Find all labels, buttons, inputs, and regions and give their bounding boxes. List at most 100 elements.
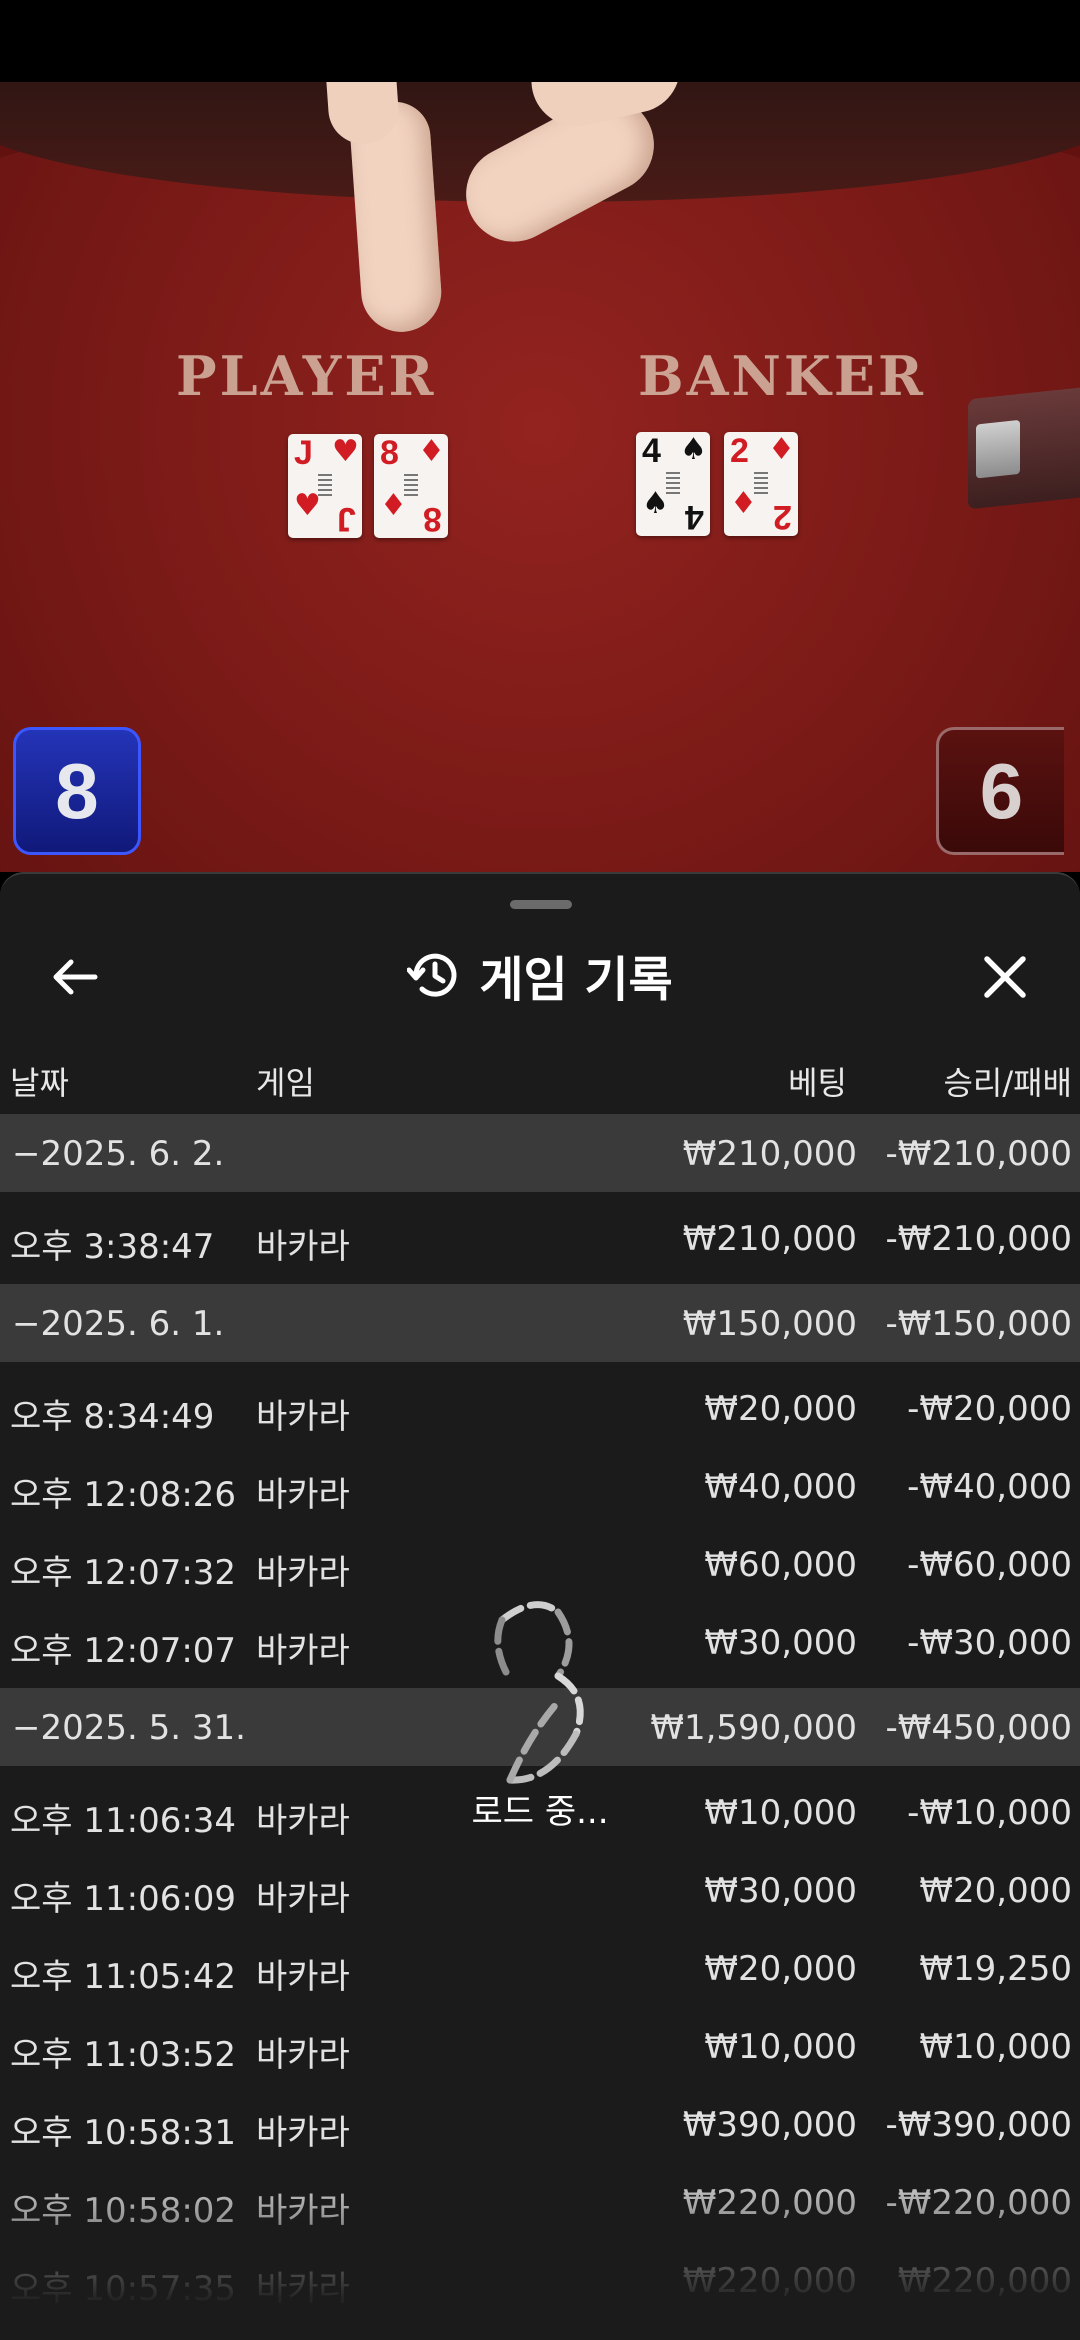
banker-label: BANKER [638,344,926,408]
row-date: 오후 8:34:49 [10,1397,215,1437]
status-bar [0,0,1080,82]
column-date: 날짜 [10,1064,69,1102]
row-win: ₩20,000 [919,1871,1072,1911]
game-history-sheet: 게임 기록 날짜 게임 베팅 승리/패배 −2025. 6. 2. ₩210,00… [0,872,1080,2340]
row-bet: ₩210,000 [682,1134,857,1174]
row-date: 오후 12:07:07 [10,1631,237,1671]
row-date: 오후 3:38:47 [10,1227,215,1267]
row-date: 오후 10:58:31 [10,2113,237,2153]
row-win: -₩20,000 [907,1389,1072,1429]
history-row[interactable]: 오후 11:05:42 바카라 ₩20,000 ₩19,250 [0,1929,1080,2007]
row-date: −2025. 6. 2. [12,1134,225,1174]
row-date: 오후 11:03:52 [10,2035,237,2075]
row-win: ₩220,000 [897,2261,1072,2301]
row-win: -₩40,000 [907,1467,1072,1507]
card-suit: ♦ [380,488,407,523]
sheet-drag-handle[interactable] [510,900,572,909]
close-icon [984,956,1026,998]
card-suit: ♠ [642,486,669,521]
history-row[interactable]: 오후 8:34:49 바카라 ₩20,000 -₩20,000 [0,1369,1080,1447]
card-rank: 4 [685,498,704,536]
card-rank: 8 [423,500,442,538]
card-suit: ♦ [418,434,445,469]
card-shoe [968,384,1080,510]
row-game: 바카라 [256,2035,350,2075]
history-row[interactable]: 오후 11:06:09 바카라 ₩30,000 ₩20,000 [0,1851,1080,1929]
row-bet: ₩20,000 [704,1389,857,1429]
date-group-row[interactable]: −2025. 6. 1. ₩150,000 -₩150,000 [0,1284,1080,1362]
row-game: 바카라 [256,1879,350,1919]
row-game: 바카라 [256,1957,350,1997]
card-suit: ♦ [768,432,795,467]
row-win: -₩390,000 [885,2105,1073,2145]
live-dealer-video: PLAYER BANKER J ♥ ♥ J 8 ♦ ♦ 8 4 ♠ ♠ 4 2 … [0,82,1080,872]
card-rank: J [337,500,356,538]
column-win-loss: 승리/패배 [943,1064,1072,1102]
row-date: 오후 11:06:09 [10,1879,237,1919]
row-win: -₩150,000 [885,1304,1073,1344]
row-game: 바카라 [256,1475,350,1515]
history-row[interactable]: 오후 12:08:26 바카라 ₩40,000 -₩40,000 [0,1447,1080,1525]
player-card-2: 8 ♦ ♦ 8 [374,434,448,538]
row-win: ₩10,000 [919,2027,1072,2067]
row-win: -₩210,000 [885,1219,1073,1259]
row-win: ₩19,250 [919,1949,1072,1989]
player-card-1: J ♥ ♥ J [288,434,362,538]
history-row[interactable]: 오후 10:58:31 바카라 ₩390,000 -₩390,000 [0,2085,1080,2163]
row-game: 바카라 [256,2269,350,2309]
column-game: 게임 [256,1064,315,1102]
row-game: 바카라 [256,1227,350,1267]
row-bet: ₩220,000 [682,2261,857,2301]
card-rank: 2 [730,432,749,470]
loading-spinner-icon [494,1601,584,1784]
row-bet: ₩390,000 [682,2105,857,2145]
card-suit: ♥ [294,488,321,523]
card-rank: 2 [773,498,792,536]
row-game: 바카라 [256,1631,350,1671]
row-date: −2025. 6. 1. [12,1304,225,1344]
row-bet: ₩220,000 [682,2183,857,2223]
date-group-row[interactable]: −2025. 6. 2. ₩210,000 -₩210,000 [0,1114,1080,1192]
card-suit: ♥ [332,434,359,469]
row-bet: ₩150,000 [682,1304,857,1344]
history-row[interactable]: 오후 11:03:52 바카라 ₩10,000 ₩10,000 [0,2007,1080,2085]
row-bet: ₩20,000 [704,1949,857,1989]
row-game: 바카라 [256,1553,350,1593]
row-bet: ₩210,000 [682,1219,857,1259]
sheet-header: 게임 기록 [0,920,1080,1030]
close-button[interactable] [970,942,1040,1012]
player-label: PLAYER [176,344,437,408]
banker-card-1: 4 ♠ ♠ 4 [636,432,710,536]
row-game: 바카라 [256,2113,350,2153]
row-bet: ₩30,000 [704,1623,857,1663]
loading-text: 로드 중... [471,1792,609,1832]
row-bet: ₩30,000 [704,1871,857,1911]
row-date: 오후 12:07:32 [10,1553,237,1593]
row-win: -₩60,000 [907,1545,1072,1585]
row-bet: ₩40,000 [704,1467,857,1507]
row-date: 오후 11:05:42 [10,1957,237,1997]
row-date: 오후 12:08:26 [10,1475,237,1515]
card-rank: 8 [380,434,399,472]
dealer-hand-left [348,99,444,335]
history-row[interactable]: 오후 3:38:47 바카라 ₩210,000 -₩210,000 [0,1199,1080,1277]
banker-score: 6 [936,727,1064,855]
card-suit: ♠ [680,432,707,467]
row-game: 바카라 [256,1397,350,1437]
history-row[interactable]: 오후 10:58:02 바카라 ₩220,000 -₩220,000 [0,2163,1080,2241]
row-game: 바카라 [256,2191,350,2231]
card-rank: 4 [642,432,661,470]
row-date: 오후 10:57:35 [10,2269,237,2309]
row-bet: ₩10,000 [704,2027,857,2067]
history-row[interactable]: 오후 10:57:35 바카라 ₩220,000 ₩220,000 [0,2241,1080,2319]
history-icon [407,953,457,997]
column-bet: 베팅 [788,1064,847,1102]
row-win: -₩450,000 [885,1708,1073,1748]
row-win: -₩210,000 [885,1134,1073,1174]
table-header: 날짜 게임 베팅 승리/패배 [0,1046,1080,1112]
banker-card-2: 2 ♦ ♦ 2 [724,432,798,536]
card-rank: J [294,434,313,472]
player-score: 8 [13,727,141,855]
row-win: -₩30,000 [907,1623,1072,1663]
row-date: 오후 10:58:02 [10,2191,237,2231]
